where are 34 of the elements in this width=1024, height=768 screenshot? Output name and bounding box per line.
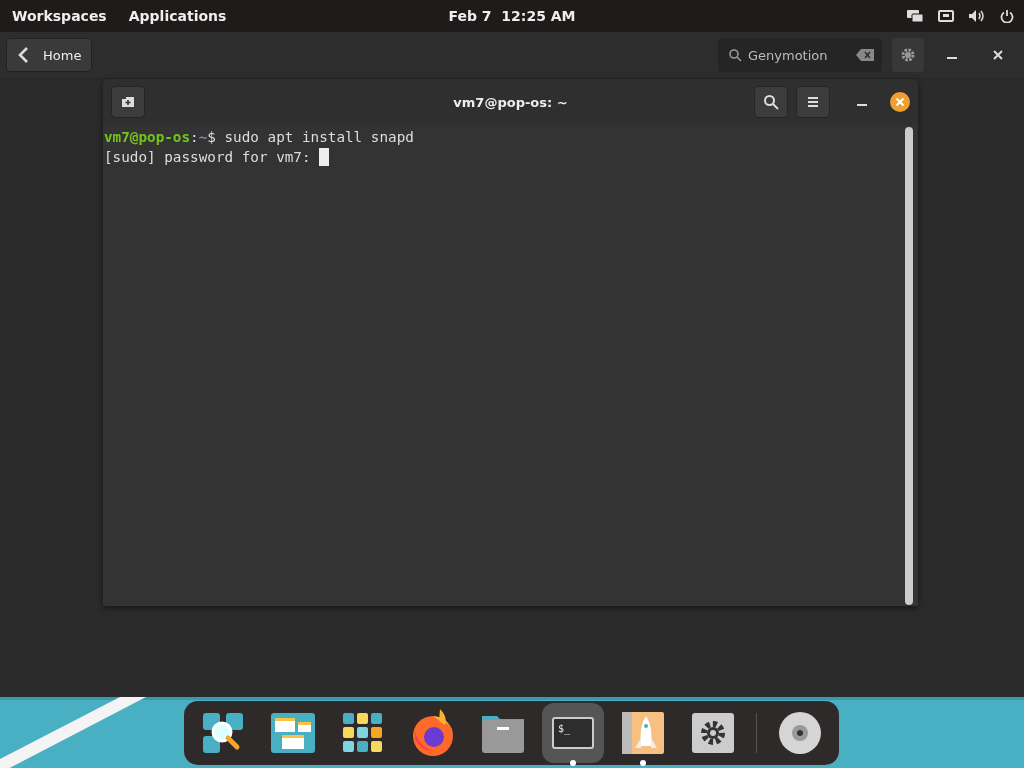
terminal-line: [sudo] password for vm7: [104,147,414,167]
applications-button[interactable]: Applications [128,8,227,24]
search-field[interactable]: Genymotion [718,38,882,72]
disc-icon[interactable] [777,710,822,755]
workspaces-button[interactable]: Workspaces [12,8,107,24]
search-button[interactable] [754,86,788,118]
menu-icon [807,96,819,108]
app-grid-icon[interactable] [342,712,383,753]
search-icon[interactable] [200,710,245,755]
search-icon [763,94,779,110]
window-title: vm7@pop-os: ~ [452,94,569,110]
windows-icon[interactable] [270,712,315,753]
new-tab-button[interactable] [111,86,145,118]
running-indicator [569,759,576,766]
clear-icon[interactable] [856,49,874,61]
settings-icon [900,47,916,63]
close-icon[interactable] [992,49,1004,61]
gear-icon[interactable] [691,712,734,753]
clock[interactable]: Feb 7 12:25 AM [412,8,612,24]
back-button[interactable]: Home [6,38,93,72]
running-indicator [639,759,646,766]
volume-icon[interactable] [968,9,986,23]
power-icon[interactable] [1000,9,1014,23]
new-tab-icon [121,96,135,108]
rocket-icon[interactable] [621,711,664,754]
display-icon[interactable] [906,9,924,23]
settings-button[interactable] [892,38,924,72]
close-icon[interactable] [890,92,910,112]
menu-button[interactable] [796,86,830,118]
terminal-icon[interactable]: $_ [551,716,594,749]
terminal-line: vm7@pop-os:~$ sudo apt install snapd [104,128,414,147]
scrollbar[interactable] [905,127,913,605]
search-icon [728,48,742,62]
network-icon[interactable] [938,9,954,23]
